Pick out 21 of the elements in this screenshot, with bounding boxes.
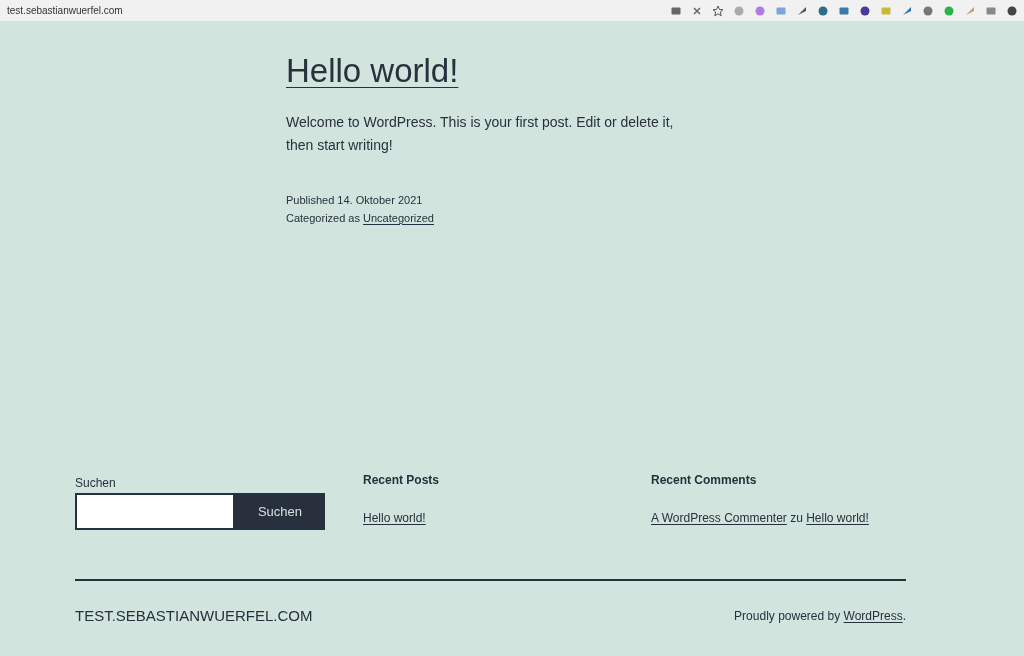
- comment-author-link[interactable]: A WordPress Commenter: [651, 511, 787, 525]
- widget-heading: Recent Posts: [363, 473, 440, 487]
- comment-post-link[interactable]: Hello world!: [806, 511, 869, 525]
- extension-icon[interactable]: [817, 4, 829, 17]
- widget-heading: Recent Comments: [651, 473, 757, 487]
- category-line: Categorized as Uncategorized: [286, 210, 435, 226]
- published-date: Published 14. Oktober 2021: [286, 192, 424, 208]
- recent-comment: A WordPress Commenter zu Hello world!: [651, 511, 869, 525]
- search-label: Suchen: [75, 476, 116, 490]
- category-link[interactable]: Uncategorized: [363, 211, 434, 224]
- star-icon[interactable]: [712, 4, 724, 17]
- powered-by-text: Proudly powered by WordPress.: [734, 608, 906, 623]
- extension-icon[interactable]: [859, 4, 871, 17]
- address-bar[interactable]: test.sebastianwuerfel.com: [7, 5, 123, 16]
- site-title[interactable]: TEST.SEBASTIANWUERFEL.COM: [75, 607, 313, 624]
- recent-post-link[interactable]: Hello world!: [363, 511, 426, 525]
- post-content: Welcome to WordPress. This is your first post. Edit or delete it, then start writing!: [286, 112, 675, 155]
- wordpress-link[interactable]: WordPress: [843, 608, 903, 623]
- search-field[interactable]: [75, 493, 235, 530]
- search-button[interactable]: Suchen: [235, 493, 325, 530]
- post-title-link[interactable]: Hello world!: [286, 51, 696, 91]
